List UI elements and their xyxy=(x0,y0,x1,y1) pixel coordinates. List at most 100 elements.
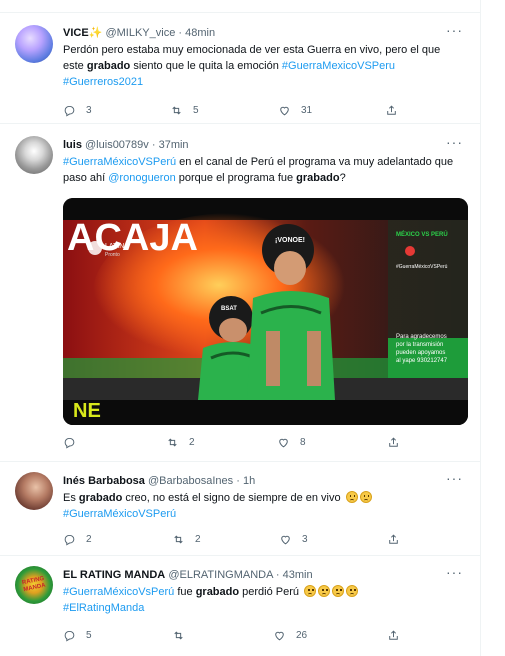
handle[interactable]: @MILKY_vice xyxy=(105,27,175,39)
badge-hashtag: #GuerraMéxicoVSPerú xyxy=(396,264,448,270)
overlay-line: por la transmisión xyxy=(396,342,443,348)
avatar[interactable] xyxy=(15,472,53,510)
reply-button[interactable]: 3 xyxy=(63,102,92,118)
like-count: 3 xyxy=(302,533,308,545)
retweet-button[interactable] xyxy=(172,627,195,643)
like-button[interactable]: 8 xyxy=(277,434,306,450)
more-icon[interactable]: ··· xyxy=(446,470,463,486)
sad-emoji xyxy=(332,585,345,597)
like-button[interactable]: 26 xyxy=(273,627,307,643)
tweet-header: VICE✨ @MILKY_vice · 48min xyxy=(63,27,216,39)
confused-emoji xyxy=(345,491,358,503)
avatar[interactable] xyxy=(15,136,53,174)
tweet[interactable]: VICE✨ @MILKY_vice · 48min ··· Perdón per… xyxy=(0,12,481,124)
more-icon[interactable]: ··· xyxy=(446,22,463,38)
tweet-text: #GuerraMéxicoVSPerú en el canal de Perú … xyxy=(63,156,454,184)
share-button[interactable] xyxy=(387,627,410,643)
frowning-emoji xyxy=(359,491,372,503)
reply-button[interactable]: 5 xyxy=(63,627,92,643)
reply-count: 5 xyxy=(86,629,92,641)
retweet-icon xyxy=(168,438,177,446)
tweet-header: Inés Barbabosa @BarbabosaInes · 1h xyxy=(63,475,256,487)
reply-icon xyxy=(64,534,75,546)
retweet-count: 5 xyxy=(193,104,199,116)
sad-emoji xyxy=(304,585,317,597)
tweet-text: Es grabado creo, no está el signo de sie… xyxy=(63,490,463,522)
channel-logo-text: LATINA xyxy=(105,243,129,250)
tweet-actions: 2 2 3 xyxy=(63,531,443,547)
overlay-line: pueden apoyamos xyxy=(396,350,445,356)
handle[interactable]: @BarbabosaInes xyxy=(148,475,233,487)
share-icon xyxy=(389,436,398,447)
like-icon xyxy=(279,438,288,447)
avatar-logo-text: RATING MANDA xyxy=(21,575,47,594)
like-count: 31 xyxy=(301,104,313,116)
like-count: 8 xyxy=(300,436,306,448)
timestamp[interactable]: 43min xyxy=(283,569,313,581)
tweet-text: #GuerraMéxicoVsPerú fue grabado perdió P… xyxy=(63,584,463,616)
like-icon xyxy=(275,631,284,640)
reply-icon xyxy=(64,105,75,117)
share-icon xyxy=(387,104,396,115)
hashtag-link[interactable]: #GuerraMéxicoVSPerú xyxy=(63,508,176,520)
timeline: VICE✨ @MILKY_vice · 48min ··· Perdón per… xyxy=(0,0,481,656)
retweet-icon xyxy=(174,631,183,639)
retweet-button[interactable]: 5 xyxy=(170,102,199,118)
hashtag-link[interactable]: #ElRatingManda xyxy=(63,602,144,614)
helmet-label: BSAT xyxy=(221,306,237,312)
channel-logo-sub: Pronto xyxy=(105,252,120,258)
display-name[interactable]: luis xyxy=(63,139,82,151)
like-icon xyxy=(281,535,290,544)
tweet-actions: 2 8 xyxy=(63,434,443,450)
retweet-icon xyxy=(172,106,181,114)
share-button[interactable] xyxy=(387,434,410,450)
handle[interactable]: @luis00789v xyxy=(85,139,149,151)
overlay-line: al yape 930212747 xyxy=(396,358,448,364)
hashtag-link[interactable]: #GuerraMéxicoVSPerú xyxy=(63,156,176,168)
share-button[interactable] xyxy=(385,102,408,118)
retweet-count: 2 xyxy=(195,533,201,545)
reply-icon xyxy=(64,630,75,642)
retweet-button[interactable]: 2 xyxy=(172,531,201,547)
more-icon[interactable]: ··· xyxy=(446,134,463,150)
sad-emoji xyxy=(346,585,359,597)
retweet-icon xyxy=(174,535,183,543)
hashtag-link[interactable]: #Guerreros2021 xyxy=(63,76,143,88)
retweet-count: 2 xyxy=(189,436,195,448)
share-button[interactable] xyxy=(387,531,410,547)
banner-text: ACAJA xyxy=(67,217,198,259)
reply-count: 2 xyxy=(86,533,92,545)
reply-button[interactable]: 2 xyxy=(63,531,92,547)
display-name[interactable]: Inés Barbabosa xyxy=(63,475,145,487)
tweet-text: Perdón pero estaba muy emocionada de ver… xyxy=(63,44,441,88)
video-frame: ACAJA LATINA Pronto ¡VONOE! BSAT MÉXICO … xyxy=(63,198,468,425)
like-button[interactable]: 31 xyxy=(278,102,312,118)
display-name[interactable]: VICE xyxy=(63,27,89,39)
tweet-actions: 5 26 xyxy=(63,627,443,643)
retweet-button[interactable]: 2 xyxy=(166,434,195,450)
timestamp[interactable]: 1h xyxy=(243,475,255,487)
tweet[interactable]: Inés Barbabosa @BarbabosaInes · 1h ··· E… xyxy=(0,462,481,556)
mention-link[interactable]: @ronogueron xyxy=(108,172,175,184)
hashtag-link[interactable]: #GuerraMéxicoVsPerú xyxy=(63,586,174,598)
reply-icon xyxy=(64,437,75,449)
tweet-header: EL RATING MANDA @ELRATINGMANDA · 43min xyxy=(63,569,313,581)
more-icon[interactable]: ··· xyxy=(446,564,463,580)
timestamp[interactable]: 37min xyxy=(159,139,189,151)
timestamp[interactable]: 48min xyxy=(185,27,215,39)
reply-count: 3 xyxy=(86,104,92,116)
avatar[interactable] xyxy=(15,25,53,63)
embedded-video[interactable]: ACAJA LATINA Pronto ¡VONOE! BSAT MÉXICO … xyxy=(63,198,468,425)
helmet-label: ¡VONOE! xyxy=(275,237,305,244)
handle[interactable]: @ELRATINGMANDA xyxy=(168,569,272,581)
like-button[interactable]: 3 xyxy=(279,531,308,547)
tweet[interactable]: luis @luis00789v · 37min ··· #GuerraMéxi… xyxy=(0,124,481,462)
avatar[interactable]: RATING MANDA xyxy=(15,566,53,604)
reply-button[interactable] xyxy=(63,434,86,450)
share-icon xyxy=(389,533,398,544)
like-icon xyxy=(280,106,289,115)
display-name[interactable]: EL RATING MANDA xyxy=(63,569,165,581)
hashtag-link[interactable]: #GuerraMexicoVSPeru xyxy=(282,60,395,72)
tweet[interactable]: RATING MANDA EL RATING MANDA @ELRATINGMA… xyxy=(0,556,481,656)
sad-emoji xyxy=(318,585,331,597)
